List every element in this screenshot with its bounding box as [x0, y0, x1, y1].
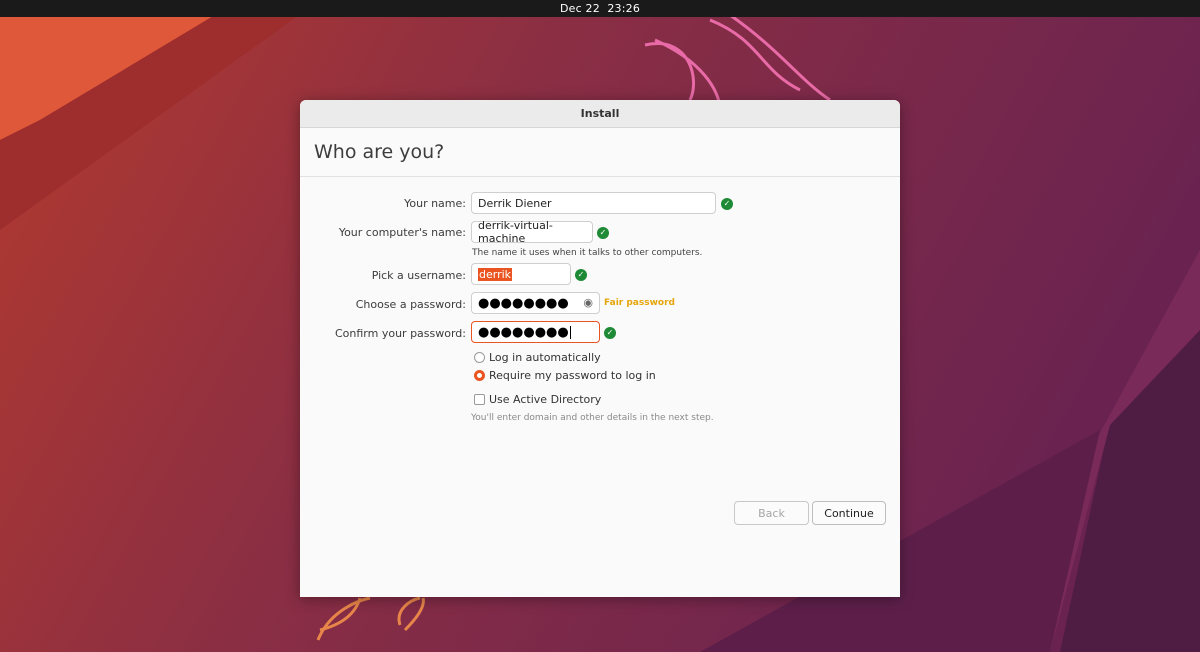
password-label: Choose a password:	[355, 298, 466, 311]
username-valid-icon: ✓	[575, 269, 587, 281]
confirm-password-value: ●●●●●●●●	[478, 324, 569, 340]
username-label: Pick a username:	[371, 269, 466, 282]
window-title: Install	[300, 100, 900, 128]
name-valid-icon: ✓	[721, 198, 733, 210]
clock-date: Dec 22	[559, 2, 600, 15]
username-field[interactable]: derrik	[471, 263, 571, 285]
back-button[interactable]: Back	[734, 501, 809, 525]
confirm-password-field[interactable]: ●●●●●●●●	[471, 321, 600, 343]
username-value: derrik	[478, 267, 513, 281]
name-value: Derrik Diener	[478, 196, 552, 210]
confirm-password-label: Confirm your password:	[334, 327, 466, 340]
active-directory-hint: You'll enter domain and other details in…	[471, 413, 714, 423]
clock-time: 23:26	[607, 2, 641, 15]
page-title: Who are you?	[300, 128, 900, 177]
text-cursor	[569, 325, 571, 339]
top-bar: Dec 22 23:26	[0, 0, 1200, 17]
require-password-radio[interactable]	[474, 370, 485, 381]
computer-name-value: derrik-virtual-machine	[478, 219, 553, 245]
computer-name-label: Your computer's name:	[338, 226, 466, 239]
password-strength: Fair password	[604, 298, 675, 308]
active-directory-label[interactable]: Use Active Directory	[489, 393, 601, 406]
password-field[interactable]: ●●●●●●●● ◉	[471, 292, 600, 314]
name-label: Your name:	[404, 197, 466, 210]
active-directory-checkbox[interactable]	[474, 394, 485, 405]
show-password-eye-icon[interactable]: ◉	[583, 296, 593, 309]
log-in-automatically-label[interactable]: Log in automatically	[489, 351, 601, 364]
computer-name-hint: The name it uses when it talks to other …	[472, 248, 703, 258]
require-password-label[interactable]: Require my password to log in	[489, 369, 656, 382]
password-value: ●●●●●●●●	[478, 295, 569, 311]
install-window: Install Who are you? Your name: Derrik D…	[300, 100, 900, 597]
name-field[interactable]: Derrik Diener	[471, 192, 716, 214]
clock[interactable]: Dec 22 23:26	[560, 2, 640, 15]
confirm-password-valid-icon: ✓	[604, 327, 616, 339]
log-in-automatically-radio[interactable]	[474, 352, 485, 363]
continue-button[interactable]: Continue	[812, 501, 886, 525]
computer-name-field[interactable]: derrik-virtual-machine	[471, 219, 593, 245]
computer-name-valid-icon: ✓	[597, 227, 609, 239]
